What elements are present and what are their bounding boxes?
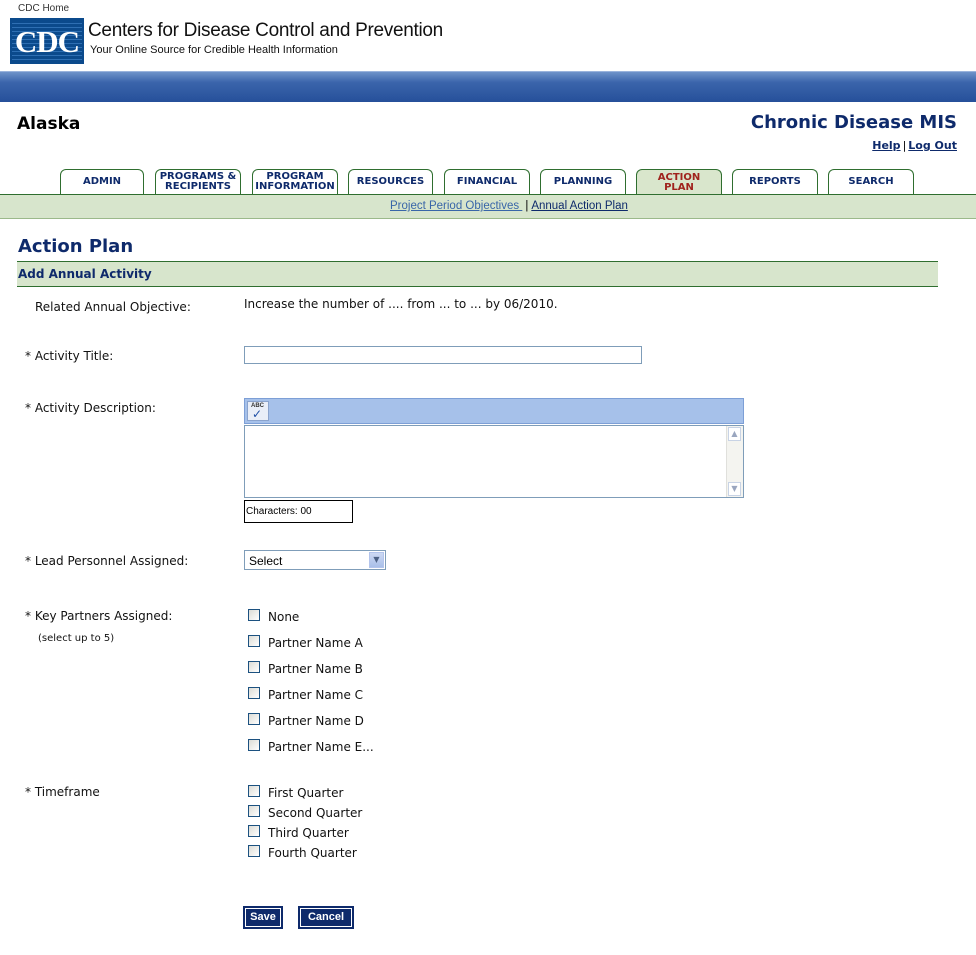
- subnav-links: Project Period Objectives | Annual Action…: [390, 200, 628, 212]
- objective-value: Increase the number of .... from ... to …: [244, 297, 558, 311]
- partner-label: Partner Name D: [268, 714, 364, 728]
- partner-checkbox-e[interactable]: [248, 739, 260, 751]
- logo-text: CDC: [14, 24, 80, 59]
- org-tagline: Your Online Source for Credible Health I…: [90, 44, 338, 56]
- timeframe-checkbox-q4[interactable]: [248, 845, 260, 857]
- partner-label: Partner Name A: [268, 636, 363, 650]
- timeframe-option-label: Third Quarter: [268, 826, 349, 840]
- editor-toolbar: ABC ✓: [244, 398, 744, 424]
- tab-resources[interactable]: RESOURCES: [348, 169, 433, 194]
- timeframe-checkbox-q3[interactable]: [248, 825, 260, 837]
- tab-label: FINANCIAL: [456, 176, 518, 187]
- tab-search[interactable]: SEARCH: [828, 169, 914, 194]
- lead-personnel-label: * Lead Personnel Assigned:: [25, 554, 189, 568]
- key-partners-label: * Key Partners Assigned:: [25, 609, 173, 623]
- state-title: Alaska: [17, 114, 81, 134]
- header-band: [0, 71, 976, 102]
- tab-label: ADMIN: [82, 176, 122, 187]
- cdc-logo[interactable]: CDC: [10, 18, 84, 64]
- page-title: Action Plan: [18, 236, 134, 257]
- sub-navigation: Project Period Objectives | Annual Action…: [0, 194, 976, 219]
- tab-reports[interactable]: REPORTS: [732, 169, 818, 194]
- subnav-separator: |: [525, 200, 529, 212]
- partner-checkbox-none[interactable]: [248, 609, 260, 621]
- tab-planning[interactable]: PLANNING: [540, 169, 626, 194]
- timeframe-option-label: First Quarter: [268, 786, 344, 800]
- project-period-objectives-link[interactable]: Project Period Objectives: [390, 200, 522, 212]
- partner-checkbox-a[interactable]: [248, 635, 260, 647]
- tab-action-plan[interactable]: ACTION PLAN: [636, 169, 722, 196]
- partner-label: Partner Name C: [268, 688, 364, 702]
- partner-checkbox-c[interactable]: [248, 687, 260, 699]
- timeframe-label: * Timeframe: [25, 785, 100, 799]
- key-partners-hint: (select up to 5): [38, 633, 115, 644]
- lead-personnel-select[interactable]: Select ▼: [244, 550, 386, 570]
- spellcheck-icon[interactable]: ABC ✓: [247, 401, 269, 421]
- activity-title-label: * Activity Title:: [25, 349, 114, 363]
- activity-description-label: * Activity Description:: [25, 401, 156, 415]
- section-header: Add Annual Activity: [17, 261, 938, 287]
- character-counter: Characters: 00: [244, 500, 353, 523]
- tab-label: PROGRAM INFORMATION: [255, 171, 335, 192]
- scroll-down-icon[interactable]: ▼: [728, 482, 741, 496]
- checkmark-icon: ✓: [252, 407, 263, 421]
- cancel-button[interactable]: Cancel: [298, 906, 354, 929]
- timeframe-checkbox-q2[interactable]: [248, 805, 260, 817]
- annual-action-plan-link[interactable]: Annual Action Plan: [531, 200, 628, 212]
- chevron-down-icon[interactable]: ▼: [369, 552, 384, 568]
- tab-label: RESOURCES: [356, 176, 425, 187]
- tab-programs-recipients[interactable]: PROGRAMS & RECIPIENTS: [155, 169, 241, 194]
- partner-label: Partner Name E...: [268, 740, 374, 754]
- tab-financial[interactable]: FINANCIAL: [444, 169, 530, 194]
- tab-label: ACTION PLAN: [657, 172, 701, 193]
- tab-program-information[interactable]: PROGRAM INFORMATION: [252, 169, 338, 194]
- help-link[interactable]: Help: [872, 139, 900, 152]
- logout-link[interactable]: Log Out: [908, 139, 957, 152]
- section-title: Add Annual Activity: [18, 267, 152, 281]
- org-name: Centers for Disease Control and Preventi…: [88, 20, 443, 41]
- tab-admin[interactable]: ADMIN: [60, 169, 144, 194]
- select-value: Select: [249, 554, 283, 568]
- save-button[interactable]: Save: [243, 906, 283, 929]
- scroll-up-icon[interactable]: ▲: [728, 427, 741, 441]
- app-title: Chronic Disease MIS: [750, 112, 957, 133]
- timeframe-checkbox-q1[interactable]: [248, 785, 260, 797]
- utility-links: Help | Log Out: [872, 139, 957, 152]
- tab-label: REPORTS: [749, 176, 801, 187]
- tab-label: PROGRAMS & RECIPIENTS: [159, 171, 237, 192]
- partner-label: Partner Name B: [268, 662, 363, 676]
- activity-description-textarea[interactable]: ▲ ▼: [244, 425, 744, 498]
- timeframe-option-label: Second Quarter: [268, 806, 363, 820]
- partner-checkbox-b[interactable]: [248, 661, 260, 673]
- tab-label: PLANNING: [553, 176, 613, 187]
- textarea-scrollbar[interactable]: ▲ ▼: [726, 426, 743, 497]
- objective-label: Related Annual Objective:: [35, 300, 191, 314]
- partner-label: None: [268, 610, 300, 624]
- activity-title-input[interactable]: [244, 346, 642, 364]
- tab-label: SEARCH: [848, 176, 894, 187]
- partner-checkbox-d[interactable]: [248, 713, 260, 725]
- cdc-home-link[interactable]: CDC Home: [18, 3, 69, 14]
- timeframe-option-label: Fourth Quarter: [268, 846, 357, 860]
